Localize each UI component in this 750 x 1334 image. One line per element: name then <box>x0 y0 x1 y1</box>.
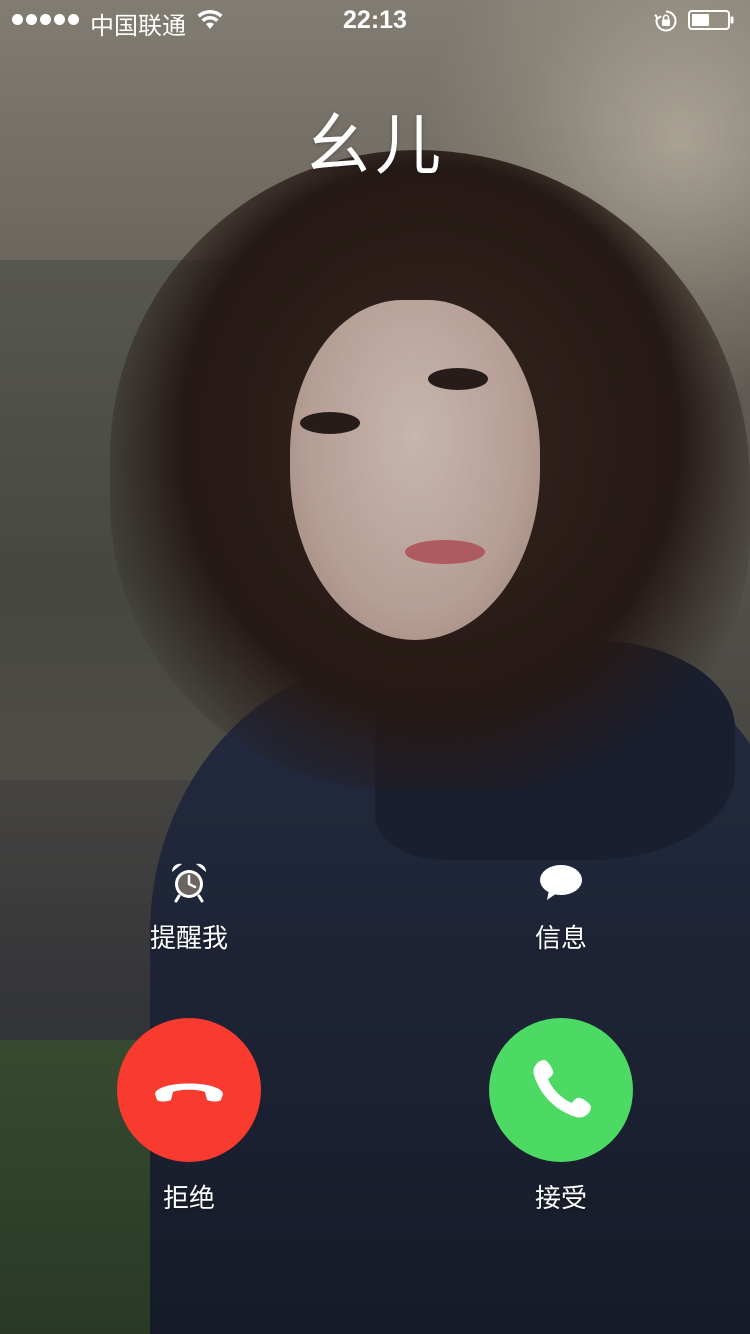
remind-me-button[interactable]: 提醒我 <box>89 860 289 955</box>
remind-me-label: 提醒我 <box>149 924 228 954</box>
phone-icon <box>533 1060 591 1118</box>
caller-name: 幺儿 <box>305 107 445 184</box>
accept-circle[interactable] <box>489 1018 633 1162</box>
decline-button[interactable]: 拒绝 <box>89 1018 289 1215</box>
message-label: 信息 <box>534 924 587 954</box>
message-bubble-icon <box>540 865 582 900</box>
battery-icon <box>688 10 734 30</box>
decline-circle[interactable] <box>117 1018 261 1162</box>
rotation-lock-icon <box>654 10 677 32</box>
phone-hangup-icon <box>155 1083 223 1102</box>
message-button[interactable]: 信息 <box>461 860 661 955</box>
alarm-clock-icon <box>171 863 207 903</box>
clock-time: 22:13 <box>343 6 407 34</box>
incoming-call-screen: 中国联通 22:13 幺儿 提醒我 信息 拒绝 接受 <box>0 0 750 1334</box>
accept-label: 接受 <box>534 1184 587 1214</box>
status-bar: 中国联通 22:13 <box>0 0 750 40</box>
accept-button[interactable]: 接受 <box>461 1018 661 1215</box>
decline-label: 拒绝 <box>162 1184 215 1214</box>
